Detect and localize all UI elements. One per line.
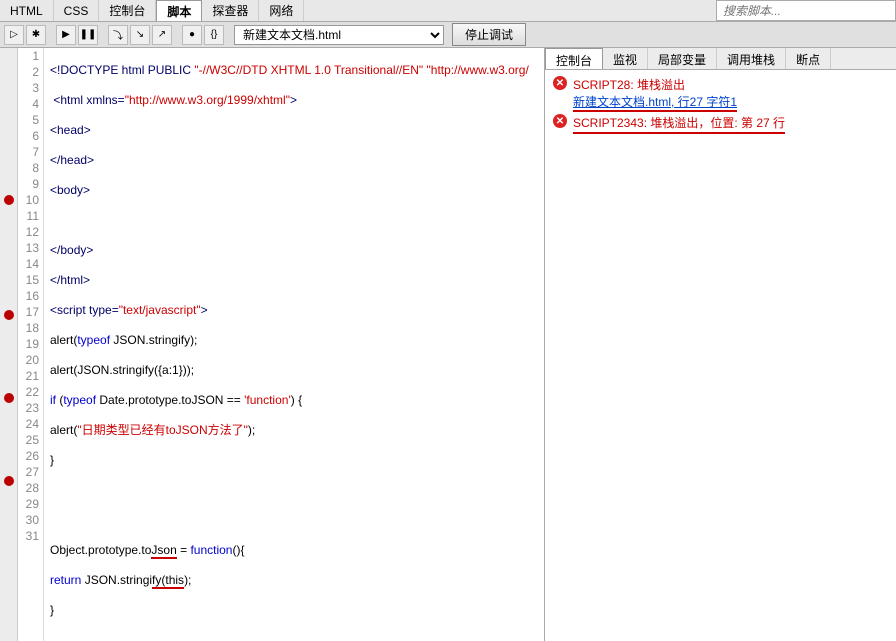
debug-toolbar: ▷ ✱ ▶ ❚❚ ⤵ ↘ ↗ ● {} 新建文本文档.html 停止调试 <box>0 22 896 48</box>
error-icon: ✕ <box>553 76 567 90</box>
tab-html[interactable]: HTML <box>0 0 54 21</box>
error-icon: ✕ <box>553 114 567 128</box>
stepout-icon[interactable]: ↗ <box>152 25 172 45</box>
sidetab-callstack[interactable]: 调用堆栈 <box>717 48 786 69</box>
sidetab-console[interactable]: 控制台 <box>545 48 603 69</box>
tab-network[interactable]: 网络 <box>259 0 304 21</box>
console-output: ✕ SCRIPT28: 堆栈溢出 新建文本文档.html, 行27 字符1 ✕ … <box>545 70 896 144</box>
sidetab-breakpoints[interactable]: 断点 <box>786 48 831 69</box>
file-select[interactable]: 新建文本文档.html <box>234 25 444 45</box>
sidetab-watch[interactable]: 监视 <box>603 48 648 69</box>
error-row-2: ✕ SCRIPT2343: 堆栈溢出，位置: 第 27 行 <box>553 114 888 134</box>
breakpoint-marker[interactable] <box>4 310 14 320</box>
tab-profiler[interactable]: 探查器 <box>202 0 259 21</box>
tab-css[interactable]: CSS <box>54 0 100 21</box>
breakpoint-marker[interactable] <box>4 476 14 486</box>
error-message: SCRIPT28: 堆栈溢出 <box>573 76 737 93</box>
breakpoint-marker[interactable] <box>4 393 14 403</box>
select-icon[interactable]: ▷ <box>4 25 24 45</box>
stepover-icon[interactable]: ⤵ <box>108 25 128 45</box>
line-numbers: 1234567891011121314151617181920212223242… <box>18 48 44 641</box>
format-icon[interactable]: {} <box>204 25 224 45</box>
tab-console[interactable]: 控制台 <box>99 0 156 21</box>
code-editor[interactable]: 1234567891011121314151617181920212223242… <box>0 48 545 641</box>
play-icon[interactable]: ▶ <box>56 25 76 45</box>
breakpoint-marker[interactable] <box>4 195 14 205</box>
error-source-link[interactable]: 新建文本文档.html, 行27 字符1 <box>573 95 737 112</box>
error-row-1: ✕ SCRIPT28: 堆栈溢出 新建文本文档.html, 行27 字符1 <box>553 76 888 110</box>
breakpoint-gutter[interactable] <box>0 48 18 641</box>
tab-script[interactable]: 脚本 <box>156 0 202 21</box>
side-panel: 控制台 监视 局部变量 调用堆栈 断点 ✕ SCRIPT28: 堆栈溢出 新建文… <box>545 48 896 641</box>
code-content[interactable]: <!DOCTYPE html PUBLIC "-//W3C//DTD XHTML… <box>44 48 544 641</box>
breakpoint-icon[interactable]: ● <box>182 25 202 45</box>
error-message: SCRIPT2343: 堆栈溢出，位置: 第 27 行 <box>573 114 785 134</box>
stepin-icon[interactable]: ↘ <box>130 25 150 45</box>
sidetab-locals[interactable]: 局部变量 <box>648 48 717 69</box>
search-input[interactable] <box>716 0 896 21</box>
side-tabs: 控制台 监视 局部变量 调用堆栈 断点 <box>545 48 896 70</box>
stop-debug-button[interactable]: 停止调试 <box>452 23 526 46</box>
main-tabs: HTML CSS 控制台 脚本 探查器 网络 <box>0 0 896 22</box>
inspect-icon[interactable]: ✱ <box>26 25 46 45</box>
pause-icon[interactable]: ❚❚ <box>78 25 98 45</box>
